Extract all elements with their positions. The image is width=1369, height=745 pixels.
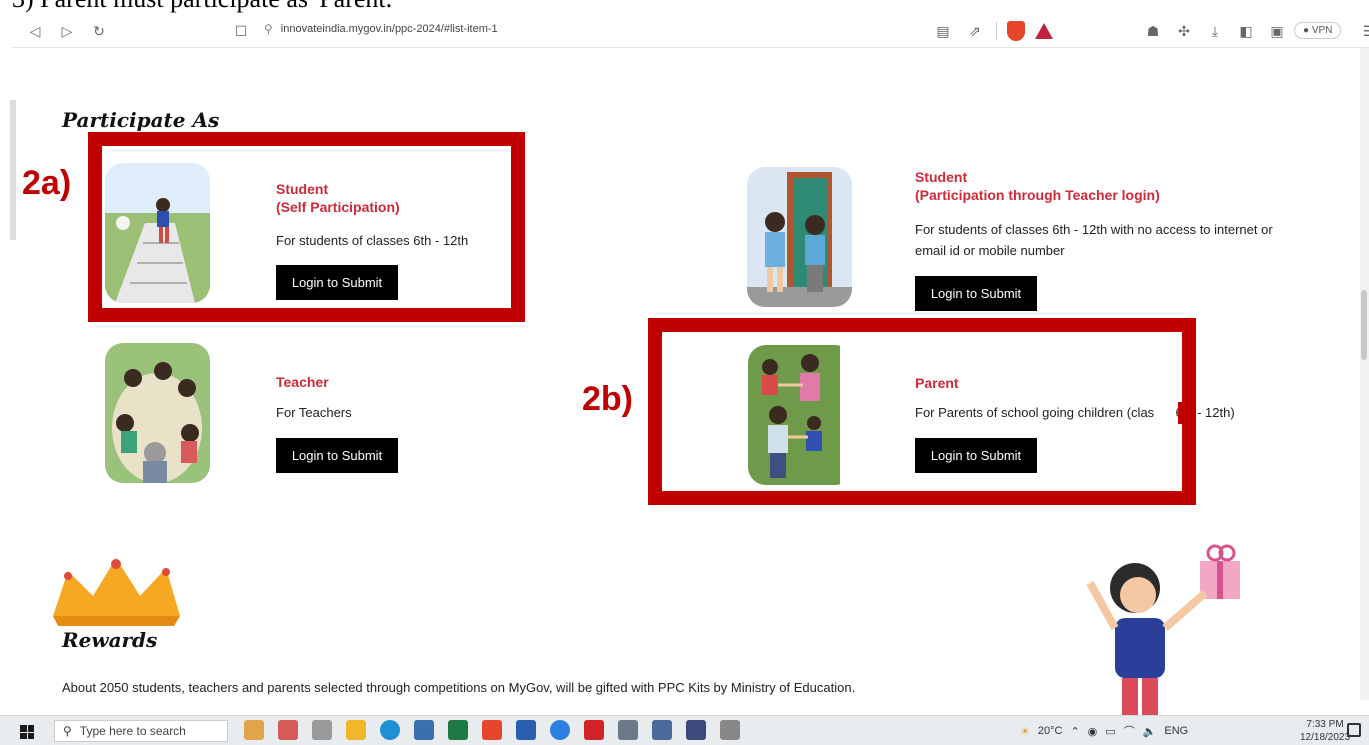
clock-date: 12/18/2023 [1300, 732, 1351, 743]
reload-icon[interactable]: ↻ [88, 20, 110, 42]
download-icon[interactable]: ⤓ [1204, 20, 1226, 42]
news-widget-icon[interactable] [244, 720, 264, 740]
wallet-icon[interactable]: ▣ [1266, 20, 1288, 42]
vpn-label: VPN [1311, 25, 1333, 36]
annotation-box-overlap [1178, 402, 1188, 424]
annotation-label-2b: 2b) [582, 380, 633, 418]
teacher-illustration [105, 343, 210, 483]
task-view-icon[interactable] [312, 720, 332, 740]
rewards-title: Rewards [62, 628, 158, 652]
temperature-text: 20°C [1037, 725, 1063, 737]
toolbar-divider [996, 22, 997, 40]
site-settings-icon[interactable]: ⚲ [264, 22, 273, 36]
forward-icon[interactable]: ▷ [56, 20, 78, 42]
wifi-icon[interactable]: ⌒ [1124, 723, 1135, 739]
left-edge-bar [10, 100, 16, 240]
rewards-description: About 2050 students, teachers and parent… [62, 680, 856, 695]
vlc-app-icon[interactable] [686, 720, 706, 740]
screenshot-root: 3) Parent must participate as 'Parent.' … [0, 0, 1369, 745]
system-tray: ☀ 20°C ⌃ ◉ ▭ ⌒ 🔈 ENG [1020, 723, 1188, 739]
sidebar-icon[interactable]: ◧ [1235, 20, 1257, 42]
participate-title: Participate As [62, 108, 220, 132]
search-icon: ⚲ [63, 724, 72, 738]
brave-rewards-icon[interactable] [1035, 23, 1053, 39]
excel-icon[interactable] [448, 720, 468, 740]
student-teacher-illustration [747, 167, 852, 307]
page-scrollbar-thumb[interactable] [1361, 290, 1367, 360]
back-icon[interactable]: ◁ [24, 20, 46, 42]
clock-time: 7:33 PM [1306, 719, 1344, 730]
girl-with-gift-illustration [1080, 543, 1260, 720]
vpn-button[interactable]: ● VPN [1294, 22, 1342, 39]
teacher-title: Teacher [276, 374, 329, 390]
teacher-login-button[interactable]: Login to Submit [276, 438, 398, 473]
extension-tools: ☗ ✣ ⤓ ◧ ▣ [1142, 20, 1288, 42]
url-text: innovateindia.mygov.in/ppc-2024/#list-it… [280, 23, 498, 35]
reader-mode-icon[interactable]: ▤ [932, 20, 954, 42]
language-indicator[interactable]: ENG [1164, 725, 1188, 737]
student-teacher-description-line2: email id or mobile number [915, 243, 1065, 258]
address-bar-tools: ▤ ⇗ [932, 20, 1053, 42]
student-teacher-description-line1: For students of classes 6th - 12th with … [915, 222, 1273, 237]
address-bar[interactable]: ⚲ innovateindia.mygov.in/ppc-2024/#list-… [264, 22, 498, 36]
student-teacher-login-button[interactable]: Login to Submit [915, 276, 1037, 311]
page-scrollbar-track[interactable] [1360, 48, 1369, 700]
edge-browser-icon[interactable] [380, 720, 400, 740]
store-icon[interactable] [414, 720, 434, 740]
taskbar-clock[interactable]: 7:33 PM 12/18/2023 [1300, 718, 1350, 744]
volume-icon[interactable]: 🔈 [1143, 725, 1157, 738]
menu-icon[interactable]: ☰ [1358, 20, 1369, 42]
teacher-description: For Teachers [276, 405, 352, 420]
student-teacher-title: Student (Participation through Teacher l… [915, 168, 1160, 204]
nav-buttons: ◁ ▷ ↻ [24, 20, 110, 42]
photos-app-icon[interactable] [278, 720, 298, 740]
word-icon[interactable] [516, 720, 536, 740]
notepad-icon[interactable] [652, 720, 672, 740]
browser-toolbar: ◁ ▷ ↻ ☐ ⚲ innovateindia.mygov.in/ppc-202… [12, 14, 1369, 48]
taskbar-apps [244, 720, 740, 740]
document-heading: 3) Parent must participate as 'Parent.' [12, 0, 397, 14]
annotation-box-2b [648, 318, 1196, 505]
taskbar-search[interactable]: ⚲ Type here to search [54, 720, 228, 742]
annotation-box-2a [88, 132, 525, 322]
file-explorer-icon[interactable] [346, 720, 366, 740]
misc-app-icon[interactable] [720, 720, 740, 740]
weather-icon[interactable]: ☀ [1020, 725, 1030, 738]
student-teacher-title-line1: Student [915, 169, 968, 185]
crown-illustration [48, 556, 186, 631]
puzzle-icon[interactable]: ✣ [1173, 20, 1195, 42]
brave-shield-icon[interactable] [1007, 21, 1025, 41]
pdf-reader-icon[interactable] [584, 720, 604, 740]
bookmark-icon[interactable]: ☐ [230, 20, 252, 42]
notification-center-icon[interactable] [1347, 723, 1361, 737]
windows-taskbar: ⚲ Type here to search ☀ 20°C ⌃ ◉ ▭ ⌒ 🔈 E… [0, 715, 1369, 745]
network-icon[interactable]: ◉ [1088, 725, 1098, 738]
taskbar-search-placeholder: Type here to search [79, 724, 186, 738]
windows-start-icon[interactable] [20, 725, 34, 739]
share-icon[interactable]: ⇗ [964, 20, 986, 42]
extension-icon[interactable]: ☗ [1142, 20, 1164, 42]
student-teacher-title-line2: (Participation through Teacher login) [915, 187, 1160, 203]
zoom-icon[interactable] [550, 720, 570, 740]
student-teacher-description: For students of classes 6th - 12th with … [915, 219, 1273, 261]
calculator-icon[interactable] [618, 720, 638, 740]
tray-expand-icon[interactable]: ⌃ [1070, 725, 1079, 738]
battery-icon[interactable]: ▭ [1105, 725, 1115, 738]
annotation-label-2a: 2a) [22, 164, 72, 202]
brave-browser-icon[interactable] [482, 720, 502, 740]
